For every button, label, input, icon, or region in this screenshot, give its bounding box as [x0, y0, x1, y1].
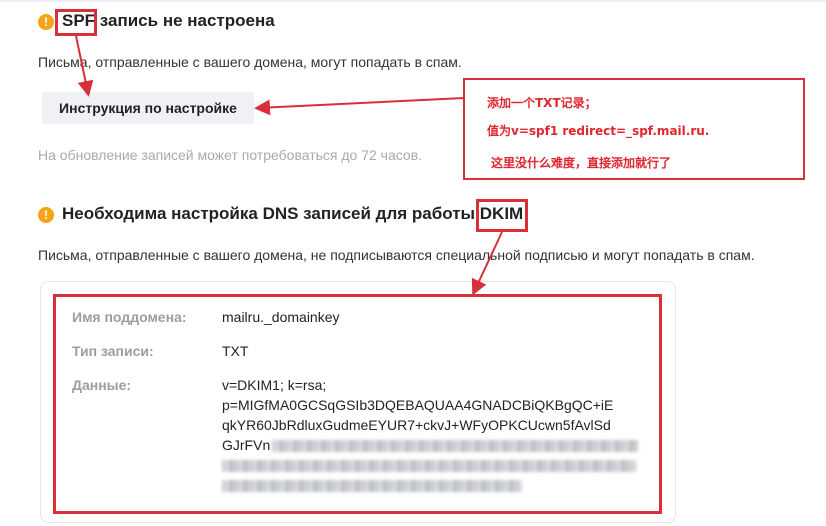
- annotation-arrows: [75, 35, 503, 296]
- arrow-dkim-to-record: [471, 231, 503, 296]
- arrow-spf-to-button: [75, 35, 94, 97]
- dns-settings-page: ! SPF запись не настроена Письма, отправ…: [0, 0, 826, 526]
- arrow-note-to-button: [254, 97, 465, 116]
